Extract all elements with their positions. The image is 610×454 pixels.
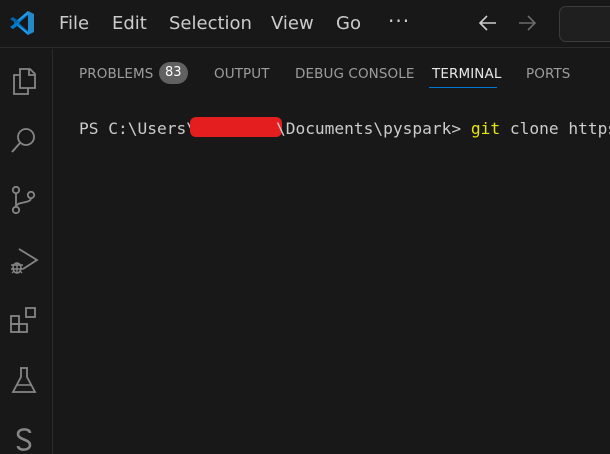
run-debug-icon[interactable] xyxy=(8,244,40,276)
terminal-command: git xyxy=(470,119,501,138)
menu-selection[interactable]: Selection xyxy=(169,11,252,37)
menu-edit[interactable]: Edit xyxy=(112,11,147,37)
flask-icon[interactable] xyxy=(8,364,40,396)
files-icon[interactable] xyxy=(8,65,40,97)
terminal-command-args: clone https:// xyxy=(509,119,610,138)
search-icon[interactable] xyxy=(8,124,40,156)
tab-problems[interactable]: PROBLEMS xyxy=(79,64,153,84)
tab-output[interactable]: OUTPUT xyxy=(214,64,270,84)
arrow-left-icon[interactable] xyxy=(477,12,499,34)
menu-file[interactable]: File xyxy=(59,11,89,37)
command-center-search[interactable] xyxy=(559,6,610,42)
menu-go[interactable]: Go xyxy=(336,11,361,37)
terminal-output[interactable]: PS C:\Users\ \Documents\pyspark> git clon… xyxy=(79,117,610,141)
terminal-prompt-start: PS C:\Users\ xyxy=(79,119,196,138)
active-tab-indicator xyxy=(429,87,497,88)
vscode-logo-icon[interactable] xyxy=(8,9,36,37)
terminal-prompt-end: \Documents\pyspark> xyxy=(275,119,471,138)
activity-bar xyxy=(0,49,53,454)
source-control-icon[interactable] xyxy=(8,184,40,216)
tab-ports[interactable]: PORTS xyxy=(526,64,570,84)
redaction-mark xyxy=(189,117,282,137)
tab-terminal[interactable]: TERMINAL xyxy=(432,64,501,84)
bottom-panel: PROBLEMS 83 OUTPUT DEBUG CONSOLE TERMINA… xyxy=(54,49,610,454)
title-bar: File Edit Selection View Go ··· xyxy=(0,0,610,48)
extensions-icon[interactable] xyxy=(8,304,40,336)
problems-count-badge: 83 xyxy=(159,62,188,84)
menu-more-button[interactable]: ··· xyxy=(388,10,410,36)
menu-view[interactable]: View xyxy=(271,11,314,37)
arrow-right-icon[interactable] xyxy=(516,12,538,34)
s-logo-icon[interactable] xyxy=(8,424,40,454)
tab-debug-console[interactable]: DEBUG CONSOLE xyxy=(295,64,415,84)
